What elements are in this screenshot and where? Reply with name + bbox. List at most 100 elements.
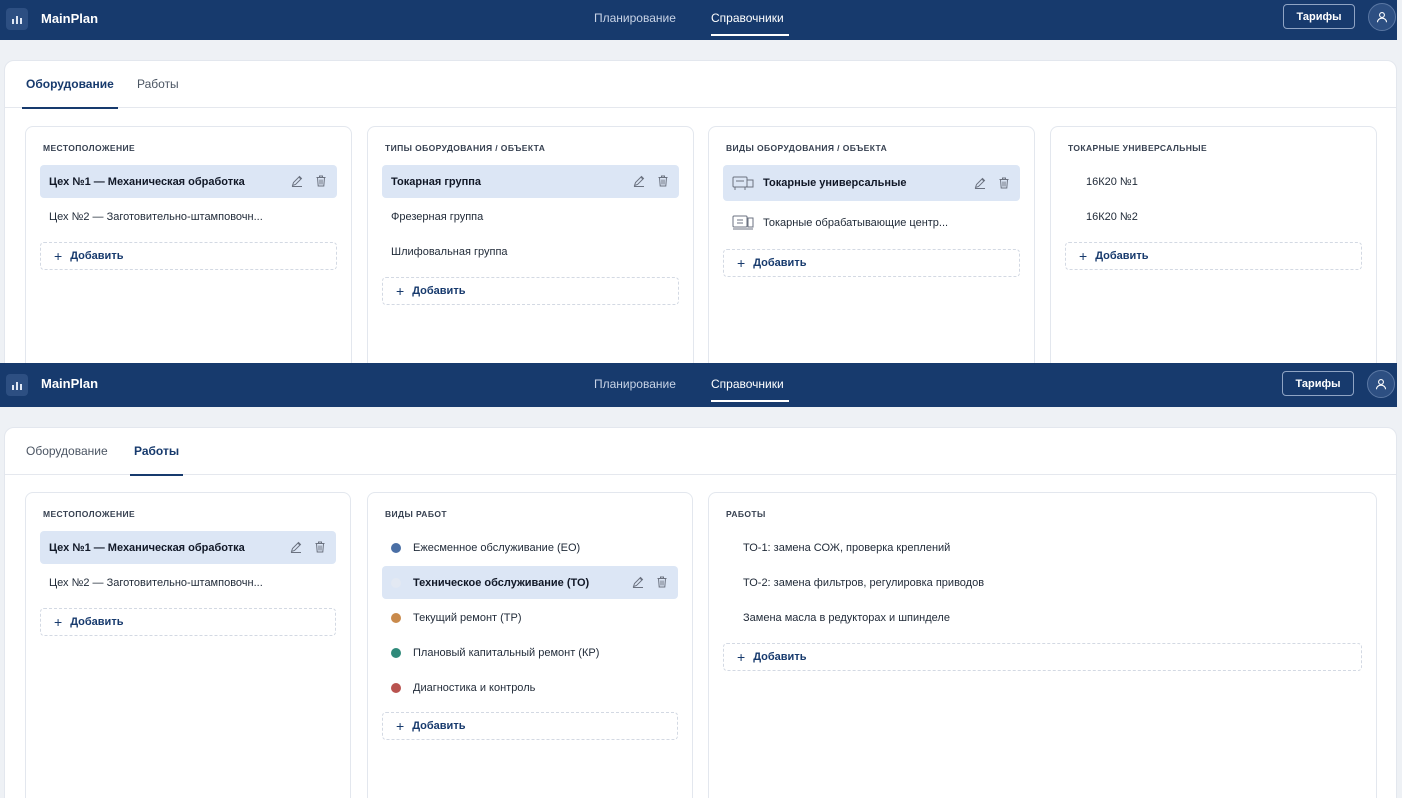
- add-unit-button[interactable]: + Добавить: [1065, 242, 1362, 270]
- equipment-kinds-column: ВИДЫ ОБОРУДОВАНИЯ / ОБЪЕКТА Токарные уни…: [708, 126, 1035, 363]
- top-navigation-bar: MainPlan Планирование Справочники Тарифы: [0, 363, 1397, 407]
- user-profile-button[interactable]: [1368, 3, 1396, 31]
- list-item[interactable]: Диагностика и контроль: [382, 671, 678, 704]
- tab-works[interactable]: Работы: [129, 444, 184, 476]
- user-icon: [1376, 12, 1388, 23]
- machining-center-icon: [732, 215, 754, 230]
- brand-name[interactable]: MainPlan: [41, 11, 98, 26]
- list-item[interactable]: Плановый капитальный ремонт (КР): [382, 636, 678, 669]
- list-item[interactable]: 16К20 №1: [1065, 165, 1362, 198]
- trash-icon[interactable]: [313, 540, 327, 554]
- list-item-label: Токарная группа: [391, 175, 482, 188]
- list-item-label: Токарные обрабатывающие центр...: [763, 217, 949, 229]
- list-item-label: Техническое обслуживание (ТО): [413, 576, 590, 589]
- work-color-dot: [391, 682, 401, 693]
- list-item-label: Фрезерная группа: [391, 210, 484, 223]
- plus-icon: +: [396, 283, 405, 299]
- list-item[interactable]: ТО-2: замена фильтров, регулировка приво…: [723, 566, 1362, 599]
- edit-icon[interactable]: [973, 176, 987, 190]
- nav-references[interactable]: Справочники: [711, 11, 789, 36]
- list-item[interactable]: Фрезерная группа: [382, 200, 679, 233]
- user-profile-button[interactable]: [1367, 370, 1395, 398]
- add-label: Добавить: [753, 257, 807, 269]
- content-panel: Оборудование Работы МЕСТОПОЛОЖЕНИЕ Цех №…: [4, 427, 1397, 798]
- list-item-label: Ежесменное обслуживание (ЕО): [413, 541, 581, 554]
- add-equipment-kind-button[interactable]: + Добавить: [723, 249, 1020, 277]
- nav-references[interactable]: Справочники: [711, 377, 789, 402]
- list-item[interactable]: Шлифовальная группа: [382, 235, 679, 268]
- add-label: Добавить: [70, 616, 124, 628]
- edit-icon[interactable]: [631, 575, 645, 589]
- tab-equipment[interactable]: Оборудование: [26, 444, 108, 475]
- column-title: МЕСТОПОЛОЖЕНИЕ: [43, 509, 136, 519]
- works-column: РАБОТЫ ТО-1: замена СОЖ, проверка крепле…: [708, 492, 1377, 798]
- list-item-label: Плановый капитальный ремонт (КР): [413, 646, 600, 659]
- list-item[interactable]: 16К20 №2: [1065, 200, 1362, 233]
- plus-icon: +: [1079, 248, 1088, 264]
- brand-name[interactable]: MainPlan: [41, 376, 98, 391]
- column-title: ВИДЫ РАБОТ: [385, 509, 447, 519]
- tab-equipment[interactable]: Оборудование: [22, 77, 118, 109]
- list-item-label: Цех №1 — Механическая обработка: [49, 541, 245, 554]
- add-label: Добавить: [70, 250, 124, 262]
- add-work-kind-button[interactable]: + Добавить: [382, 712, 678, 740]
- location-column: МЕСТОПОЛОЖЕНИЕ Цех №1 — Механическая обр…: [25, 492, 351, 798]
- work-kinds-column: ВИДЫ РАБОТ Ежесменное обслуживание (ЕО) …: [367, 492, 693, 798]
- app-logo-icon[interactable]: [6, 374, 28, 396]
- plus-icon: +: [54, 248, 63, 264]
- plus-icon: +: [396, 718, 405, 734]
- equipment-types-column: ТИПЫ ОБОРУДОВАНИЯ / ОБЪЕКТА Токарная гру…: [367, 126, 694, 363]
- column-title: ВИДЫ ОБОРУДОВАНИЯ / ОБЪЕКТА: [726, 143, 888, 153]
- list-item-label: Шлифовальная группа: [391, 245, 508, 258]
- lathe-icon: [732, 176, 754, 190]
- column-title: ТИПЫ ОБОРУДОВАНИЯ / ОБЪЕКТА: [385, 143, 546, 153]
- list-item[interactable]: Токарные обрабатывающие центр...: [723, 206, 1020, 240]
- nav-planning[interactable]: Планирование: [594, 377, 676, 402]
- list-item[interactable]: Цех №2 — Заготовительно-штамповочн...: [40, 200, 337, 233]
- list-item-label: ТО-2: замена фильтров, регулировка приво…: [743, 576, 985, 589]
- add-location-button[interactable]: + Добавить: [40, 242, 337, 270]
- list-item[interactable]: Ежесменное обслуживание (ЕО): [382, 531, 678, 564]
- list-item-label: 16К20 №1: [1086, 175, 1138, 188]
- trash-icon[interactable]: [655, 575, 669, 589]
- list-item[interactable]: Замена масла в редукторах и шпинделе: [723, 601, 1362, 634]
- add-equipment-type-button[interactable]: + Добавить: [382, 277, 679, 305]
- edit-icon[interactable]: [290, 174, 304, 188]
- add-label: Добавить: [1095, 250, 1149, 262]
- work-color-dot: [391, 647, 401, 658]
- add-label: Добавить: [412, 720, 466, 732]
- edit-icon[interactable]: [632, 174, 646, 188]
- trash-icon[interactable]: [314, 174, 328, 188]
- list-item-selected[interactable]: Цех №1 — Механическая обработка: [40, 165, 337, 198]
- add-label: Добавить: [753, 651, 807, 663]
- list-item-label: Текущий ремонт (ТР): [413, 611, 522, 624]
- location-column: МЕСТОПОЛОЖЕНИЕ Цех №1 — Механическая обр…: [25, 126, 352, 363]
- work-color-dot: [391, 542, 401, 553]
- list-item-selected[interactable]: Техническое обслуживание (ТО): [382, 566, 678, 599]
- screen-works: MainPlan Планирование Справочники Тарифы…: [0, 363, 1402, 798]
- list-item[interactable]: ТО-1: замена СОЖ, проверка креплений: [723, 531, 1362, 564]
- tab-bar: Оборудование Работы: [5, 61, 1396, 109]
- trash-icon[interactable]: [997, 176, 1011, 190]
- trash-icon[interactable]: [656, 174, 670, 188]
- list-item-label: Диагностика и контроль: [413, 681, 536, 694]
- plus-icon: +: [737, 255, 746, 271]
- list-item-selected[interactable]: Токарная группа: [382, 165, 679, 198]
- tab-works[interactable]: Работы: [137, 77, 179, 108]
- list-item-label: 16К20 №2: [1086, 210, 1138, 223]
- app-logo-icon[interactable]: [6, 8, 28, 30]
- plus-icon: +: [54, 614, 63, 630]
- edit-icon[interactable]: [289, 540, 303, 554]
- list-item[interactable]: Текущий ремонт (ТР): [382, 601, 678, 634]
- nav-planning[interactable]: Планирование: [594, 11, 676, 36]
- equipment-units-column: ТОКАРНЫЕ УНИВЕРСАЛЬНЫЕ 16К20 №1 16К20 №2…: [1050, 126, 1377, 363]
- work-color-dot: [391, 577, 401, 588]
- list-item-selected[interactable]: Токарные универсальные: [723, 165, 1020, 201]
- tariffs-button[interactable]: Тарифы: [1283, 4, 1355, 29]
- add-work-button[interactable]: + Добавить: [723, 643, 1362, 671]
- list-item-selected[interactable]: Цех №1 — Механическая обработка: [40, 531, 336, 564]
- add-location-button[interactable]: + Добавить: [40, 608, 336, 636]
- list-item-label: Цех №2 — Заготовительно-штамповочн...: [49, 210, 263, 223]
- list-item[interactable]: Цех №2 — Заготовительно-штамповочн...: [40, 566, 336, 599]
- tariffs-button[interactable]: Тарифы: [1282, 371, 1354, 396]
